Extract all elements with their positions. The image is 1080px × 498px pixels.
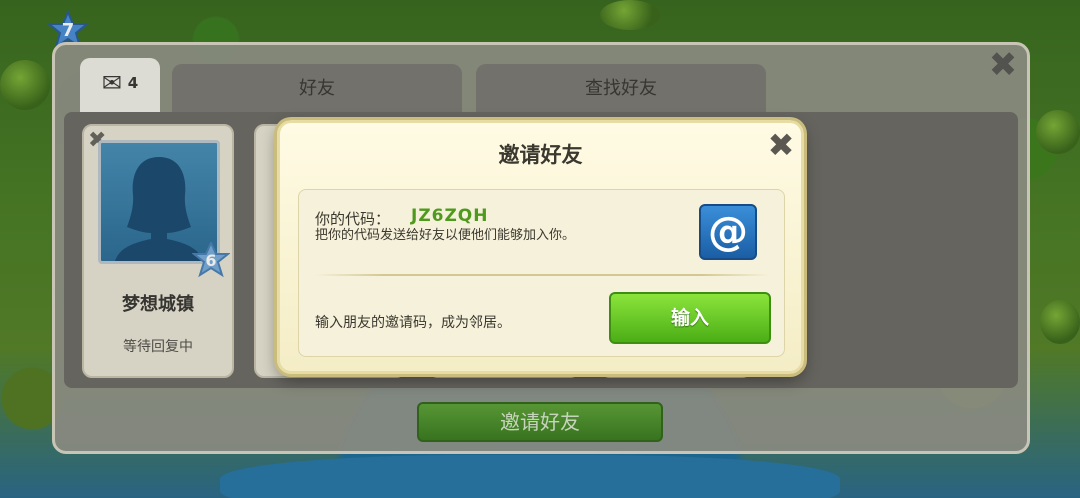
modal-content: 你的代码： JZ6ZQH 把你的代码发送给好友以便他们能够加入你。 @ 输入朋友… [298, 189, 785, 357]
enter-code-description: 输入朋友的邀请码，成为邻居。 [315, 315, 511, 331]
code-label: 你的代码： [315, 210, 391, 228]
at-email-icon[interactable]: @ [699, 204, 757, 260]
close-icon[interactable]: ✖ [764, 127, 798, 163]
invite-code: JZ6ZQH [411, 206, 489, 226]
modal-title: 邀请好友 [498, 143, 583, 167]
invite-friends-modal: 邀请好友 ✖ 你的代码： JZ6ZQH 把你的代码发送给好友以便他们能够加入你。… [277, 120, 804, 374]
enter-code-button[interactable]: 输入 [609, 292, 771, 344]
divider [315, 274, 770, 276]
code-description: 把你的代码发送给好友以便他们能够加入你。 [315, 228, 576, 243]
